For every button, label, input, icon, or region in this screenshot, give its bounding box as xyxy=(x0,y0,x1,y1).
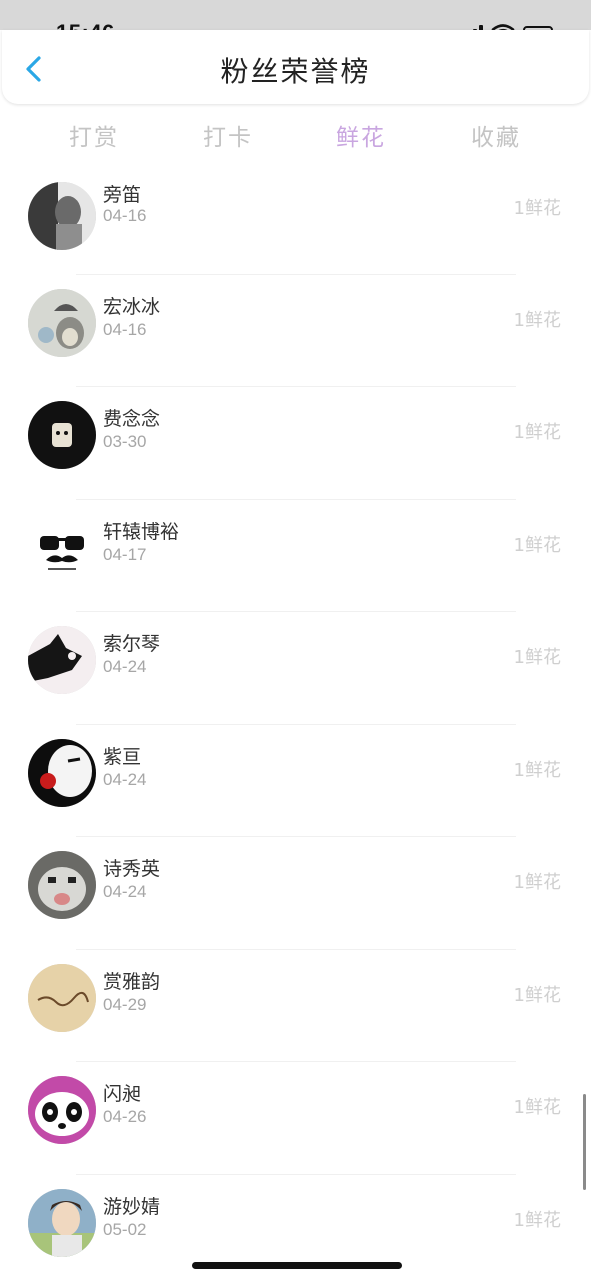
fan-date: 05-02 xyxy=(103,1220,147,1239)
divider xyxy=(76,1174,516,1175)
gift-count: 1鲜花 xyxy=(513,535,561,556)
fan-name: 宏冰冰 xyxy=(103,296,161,318)
list-item[interactable]: 诗秀英 04-24 1鲜花 xyxy=(0,836,591,948)
divider xyxy=(76,949,516,950)
list-item[interactable]: 轩辕博裕 04-17 1鲜花 xyxy=(0,499,591,611)
divider xyxy=(76,1061,516,1062)
avatar xyxy=(28,514,96,582)
gift-count: 1鲜花 xyxy=(513,1097,561,1118)
divider xyxy=(76,274,516,275)
fan-date: 04-17 xyxy=(103,545,147,564)
divider xyxy=(76,386,516,387)
tab-favorites[interactable]: 收藏 xyxy=(456,118,536,152)
gift-count: 1鲜花 xyxy=(513,1210,561,1231)
avatar xyxy=(28,289,96,357)
fan-date: 04-29 xyxy=(103,995,147,1014)
fan-name: 游妙婧 xyxy=(103,1196,161,1218)
gift-count: 1鲜花 xyxy=(513,760,561,781)
fan-date: 04-16 xyxy=(103,206,147,225)
fan-date: 04-24 xyxy=(103,882,147,901)
list-item[interactable]: 索尔琴 04-24 1鲜花 xyxy=(0,611,591,723)
avatar xyxy=(28,1189,96,1257)
gift-count: 1鲜花 xyxy=(513,310,561,331)
list-item[interactable]: 宏冰冰 04-16 1鲜花 xyxy=(0,274,591,386)
divider xyxy=(76,836,516,837)
avatar xyxy=(28,851,96,919)
avatar xyxy=(28,626,96,694)
nav-bar: 粉丝荣誉榜 xyxy=(2,30,589,104)
fan-date: 04-16 xyxy=(103,320,147,339)
fan-name: 旁笛 xyxy=(103,184,142,206)
tab-checkin[interactable]: 打卡 xyxy=(188,118,268,152)
fan-name: 诗秀英 xyxy=(103,858,161,880)
tab-flowers[interactable]: 鲜花 xyxy=(321,118,401,152)
avatar xyxy=(28,401,96,469)
list-item[interactable]: 赏雅韵 04-29 1鲜花 xyxy=(0,949,591,1061)
fan-name: 费念念 xyxy=(103,408,161,430)
gift-count: 1鲜花 xyxy=(513,872,561,893)
fan-name: 赏雅韵 xyxy=(103,971,161,993)
scrollbar[interactable] xyxy=(583,1094,586,1190)
fan-name: 索尔琴 xyxy=(103,633,161,655)
list-item[interactable]: 紫亘 04-24 1鲜花 xyxy=(0,724,591,836)
fan-date: 04-26 xyxy=(103,1107,147,1126)
avatar xyxy=(28,739,96,807)
home-indicator xyxy=(192,1262,402,1269)
gift-count: 1鲜花 xyxy=(513,647,561,668)
fan-date: 04-24 xyxy=(103,657,147,676)
tab-tips[interactable]: 打赏 xyxy=(54,118,134,152)
divider xyxy=(76,499,516,500)
divider xyxy=(76,611,516,612)
gift-count: 1鲜花 xyxy=(513,422,561,443)
gift-count: 1鲜花 xyxy=(513,985,561,1006)
fan-name: 轩辕博裕 xyxy=(103,521,180,543)
page-title: 粉丝荣誉榜 xyxy=(220,55,371,88)
gift-count: 1鲜花 xyxy=(513,198,561,219)
tab-bar: 打赏 打卡 鲜花 收藏 xyxy=(0,108,591,164)
list-item[interactable]: 旁笛 04-16 1鲜花 xyxy=(0,180,591,284)
fan-list: 旁笛 04-16 1鲜花 宏冰冰 04-16 1鲜花 费念念 03-30 1鲜花… xyxy=(0,180,591,1280)
avatar xyxy=(28,964,96,1032)
status-bar: 15:46 xyxy=(0,0,591,45)
fan-name: 闪昶 xyxy=(103,1083,142,1105)
list-item[interactable]: 闪昶 04-26 1鲜花 xyxy=(0,1061,591,1173)
fan-date: 04-24 xyxy=(103,770,147,789)
divider xyxy=(76,724,516,725)
avatar xyxy=(28,182,96,250)
fan-date: 03-30 xyxy=(103,432,147,451)
list-item[interactable]: 费念念 03-30 1鲜花 xyxy=(0,386,591,498)
fan-name: 紫亘 xyxy=(103,746,142,768)
avatar xyxy=(28,1076,96,1144)
